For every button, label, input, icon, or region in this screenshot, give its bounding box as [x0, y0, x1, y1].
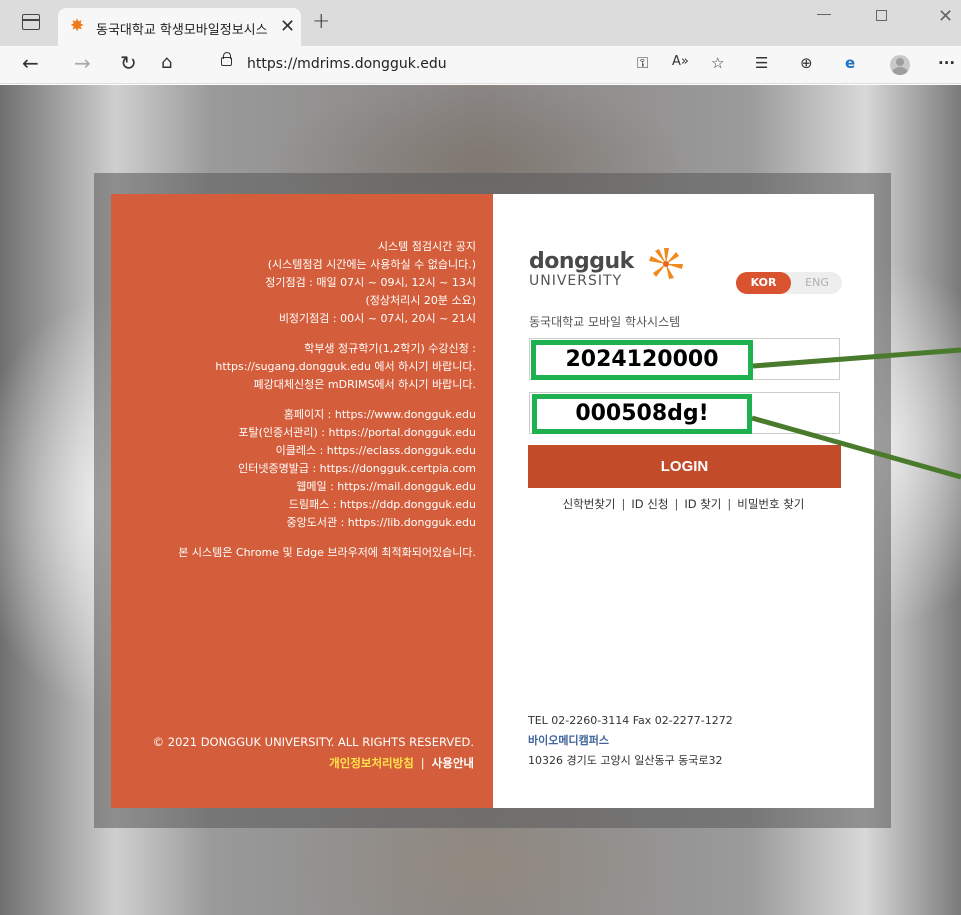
ie-mode-icon[interactable]: e [845, 54, 855, 72]
notice-gap [178, 532, 476, 544]
address-bar[interactable]: https://mdrims.dongguk.edu [205, 51, 831, 79]
language-toggle[interactable]: KOR ENG [736, 272, 842, 294]
maximize-icon[interactable] [876, 10, 887, 21]
notice-gap [178, 394, 476, 406]
new-tab-icon[interactable]: + [312, 9, 330, 34]
dongguk-logo: dongguk UNIVERSITY [529, 248, 683, 289]
password-key-icon[interactable]: ⚿ [637, 54, 648, 72]
collections-icon[interactable]: ⊕ [800, 54, 813, 72]
privacy-policy-link[interactable]: 개인정보처리방침 [329, 756, 414, 770]
campus-name: 바이오메디캠퍼스 [528, 734, 609, 747]
logo-word: dongguk [529, 249, 634, 274]
add-favorite-icon[interactable]: ☆ [711, 54, 724, 72]
forward-icon[interactable]: → [74, 51, 91, 75]
notice-line: https://sugang.dongguk.edu 에서 하시기 바랍니다. [215, 360, 476, 373]
campus-address: 10326 경기도 고양시 일산동구 동국로32 [528, 754, 723, 767]
tab-actions-icon[interactable] [22, 14, 40, 30]
favorites-icon[interactable]: ☰ [755, 54, 768, 72]
lock-icon[interactable] [221, 52, 232, 66]
notice-line: 이클레스 : https://eclass.dongguk.edu [275, 444, 476, 457]
notice-line: 폐강대체신청은 mDRIMS에서 하시기 바랍니다. [253, 378, 476, 391]
more-menu-icon[interactable]: ··· [938, 54, 955, 72]
usage-guide-link[interactable]: 사용안내 [432, 756, 474, 770]
contact-phone: TEL 02-2260-3114 Fax 02-2277-1272 [528, 714, 733, 727]
refresh-icon[interactable]: ↻ [120, 51, 137, 75]
login-button[interactable]: LOGIN [528, 445, 841, 488]
footer-separator: | [420, 756, 425, 770]
id-value-highlight: 2024120000 [531, 340, 753, 380]
tab-title: 동국대학교 학생모바일정보시스 [96, 23, 268, 38]
notice-line: 정기점검 : 매일 07시 ~ 09시, 12시 ~ 13시 [265, 276, 476, 289]
notice-line: 홈페이지 : https://www.dongguk.edu [283, 408, 476, 421]
notice-gap [178, 328, 476, 340]
browser-tab-bar: ✸ 동국대학교 학생모바일정보시스 ✕ + ✕ [0, 0, 961, 46]
notice-line: 포탈(인증서관리) : https://portal.dongguk.edu [238, 426, 476, 439]
notice-line: 비정기점검 : 00시 ~ 07시, 20시 ~ 21시 [278, 312, 476, 325]
footer-links: 개인정보처리방침 | 사용안내 [329, 755, 474, 771]
notice-panel: 시스템 점검시간 공지 (시스템점검 시간에는 사용하실 수 없습니다.) 정기점검… [111, 194, 493, 808]
url-text[interactable]: https://mdrims.dongguk.edu [247, 56, 447, 72]
notice-line: 시스템 점검시간 공지 [377, 240, 476, 253]
read-aloud-icon[interactable]: A» [672, 54, 689, 69]
browser-tab[interactable]: ✸ 동국대학교 학생모바일정보시스 ✕ [58, 8, 301, 46]
link-separator: | [674, 497, 679, 511]
notice-line: 웹메일 : https://mail.dongguk.edu [296, 480, 476, 493]
system-subtitle: 동국대학교 모바일 학사시스템 [529, 315, 681, 329]
account-links: 신학번찾기 | ID 신청 | ID 찾기 | 비밀번호 찾기 [493, 496, 874, 512]
link-separator: | [727, 497, 732, 511]
minimize-icon[interactable] [817, 14, 831, 15]
browser-nav-bar: ← → ↻ ⌂ https://mdrims.dongguk.edu ⚿ A» … [0, 46, 961, 84]
notice-line: 본 시스템은 Chrome 및 Edge 브라우저에 최적화되어있습니다. [178, 546, 476, 559]
dongguk-favicon-icon: ✸ [70, 16, 85, 36]
profile-avatar[interactable] [890, 55, 910, 75]
contact-info: TEL 02-2260-3114 Fax 02-2277-1272 바이오메디캠… [528, 711, 733, 771]
link-separator: | [621, 497, 626, 511]
notice-line: 중앙도서관 : https://lib.dongguk.edu [286, 516, 476, 529]
notice-line: 드림패스 : https://ddp.dongguk.edu [288, 498, 476, 511]
notice-line: 학부생 정규학기(1,2학기) 수강신청 : [304, 342, 476, 355]
notice-line: (정상처리시 20분 소요) [365, 294, 476, 307]
copyright: © 2021 DONGGUK UNIVERSITY. ALL RIGHTS RE… [152, 735, 474, 749]
id-apply-link[interactable]: ID 신청 [631, 497, 668, 511]
notice-text: 시스템 점검시간 공지 (시스템점검 시간에는 사용하실 수 없습니다.) 정기점검… [178, 238, 476, 562]
find-id-link[interactable]: ID 찾기 [684, 497, 721, 511]
find-student-id-link[interactable]: 신학번찾기 [563, 497, 616, 511]
notice-line: 인터넷증명발급 : https://dongguk.certpia.com [238, 462, 476, 475]
logo-sub: UNIVERSITY [529, 273, 623, 289]
password-value-highlight: 000508dg! [532, 394, 752, 434]
find-password-link[interactable]: 비밀번호 찾기 [737, 497, 804, 511]
back-icon[interactable]: ← [22, 51, 39, 75]
tab-close-icon[interactable]: ✕ [280, 16, 295, 37]
home-icon[interactable]: ⌂ [161, 51, 172, 75]
notice-line: (시스템점검 시간에는 사용하실 수 없습니다.) [267, 258, 476, 271]
login-panel: dongguk UNIVERSITY KOR ENG 동국대학교 모바일 학사시… [493, 194, 874, 808]
dongguk-logo-icon [649, 248, 683, 279]
window-close-icon[interactable]: ✕ [938, 6, 953, 27]
lang-eng-button[interactable]: ENG [796, 272, 838, 294]
lang-kor-button[interactable]: KOR [736, 272, 791, 294]
